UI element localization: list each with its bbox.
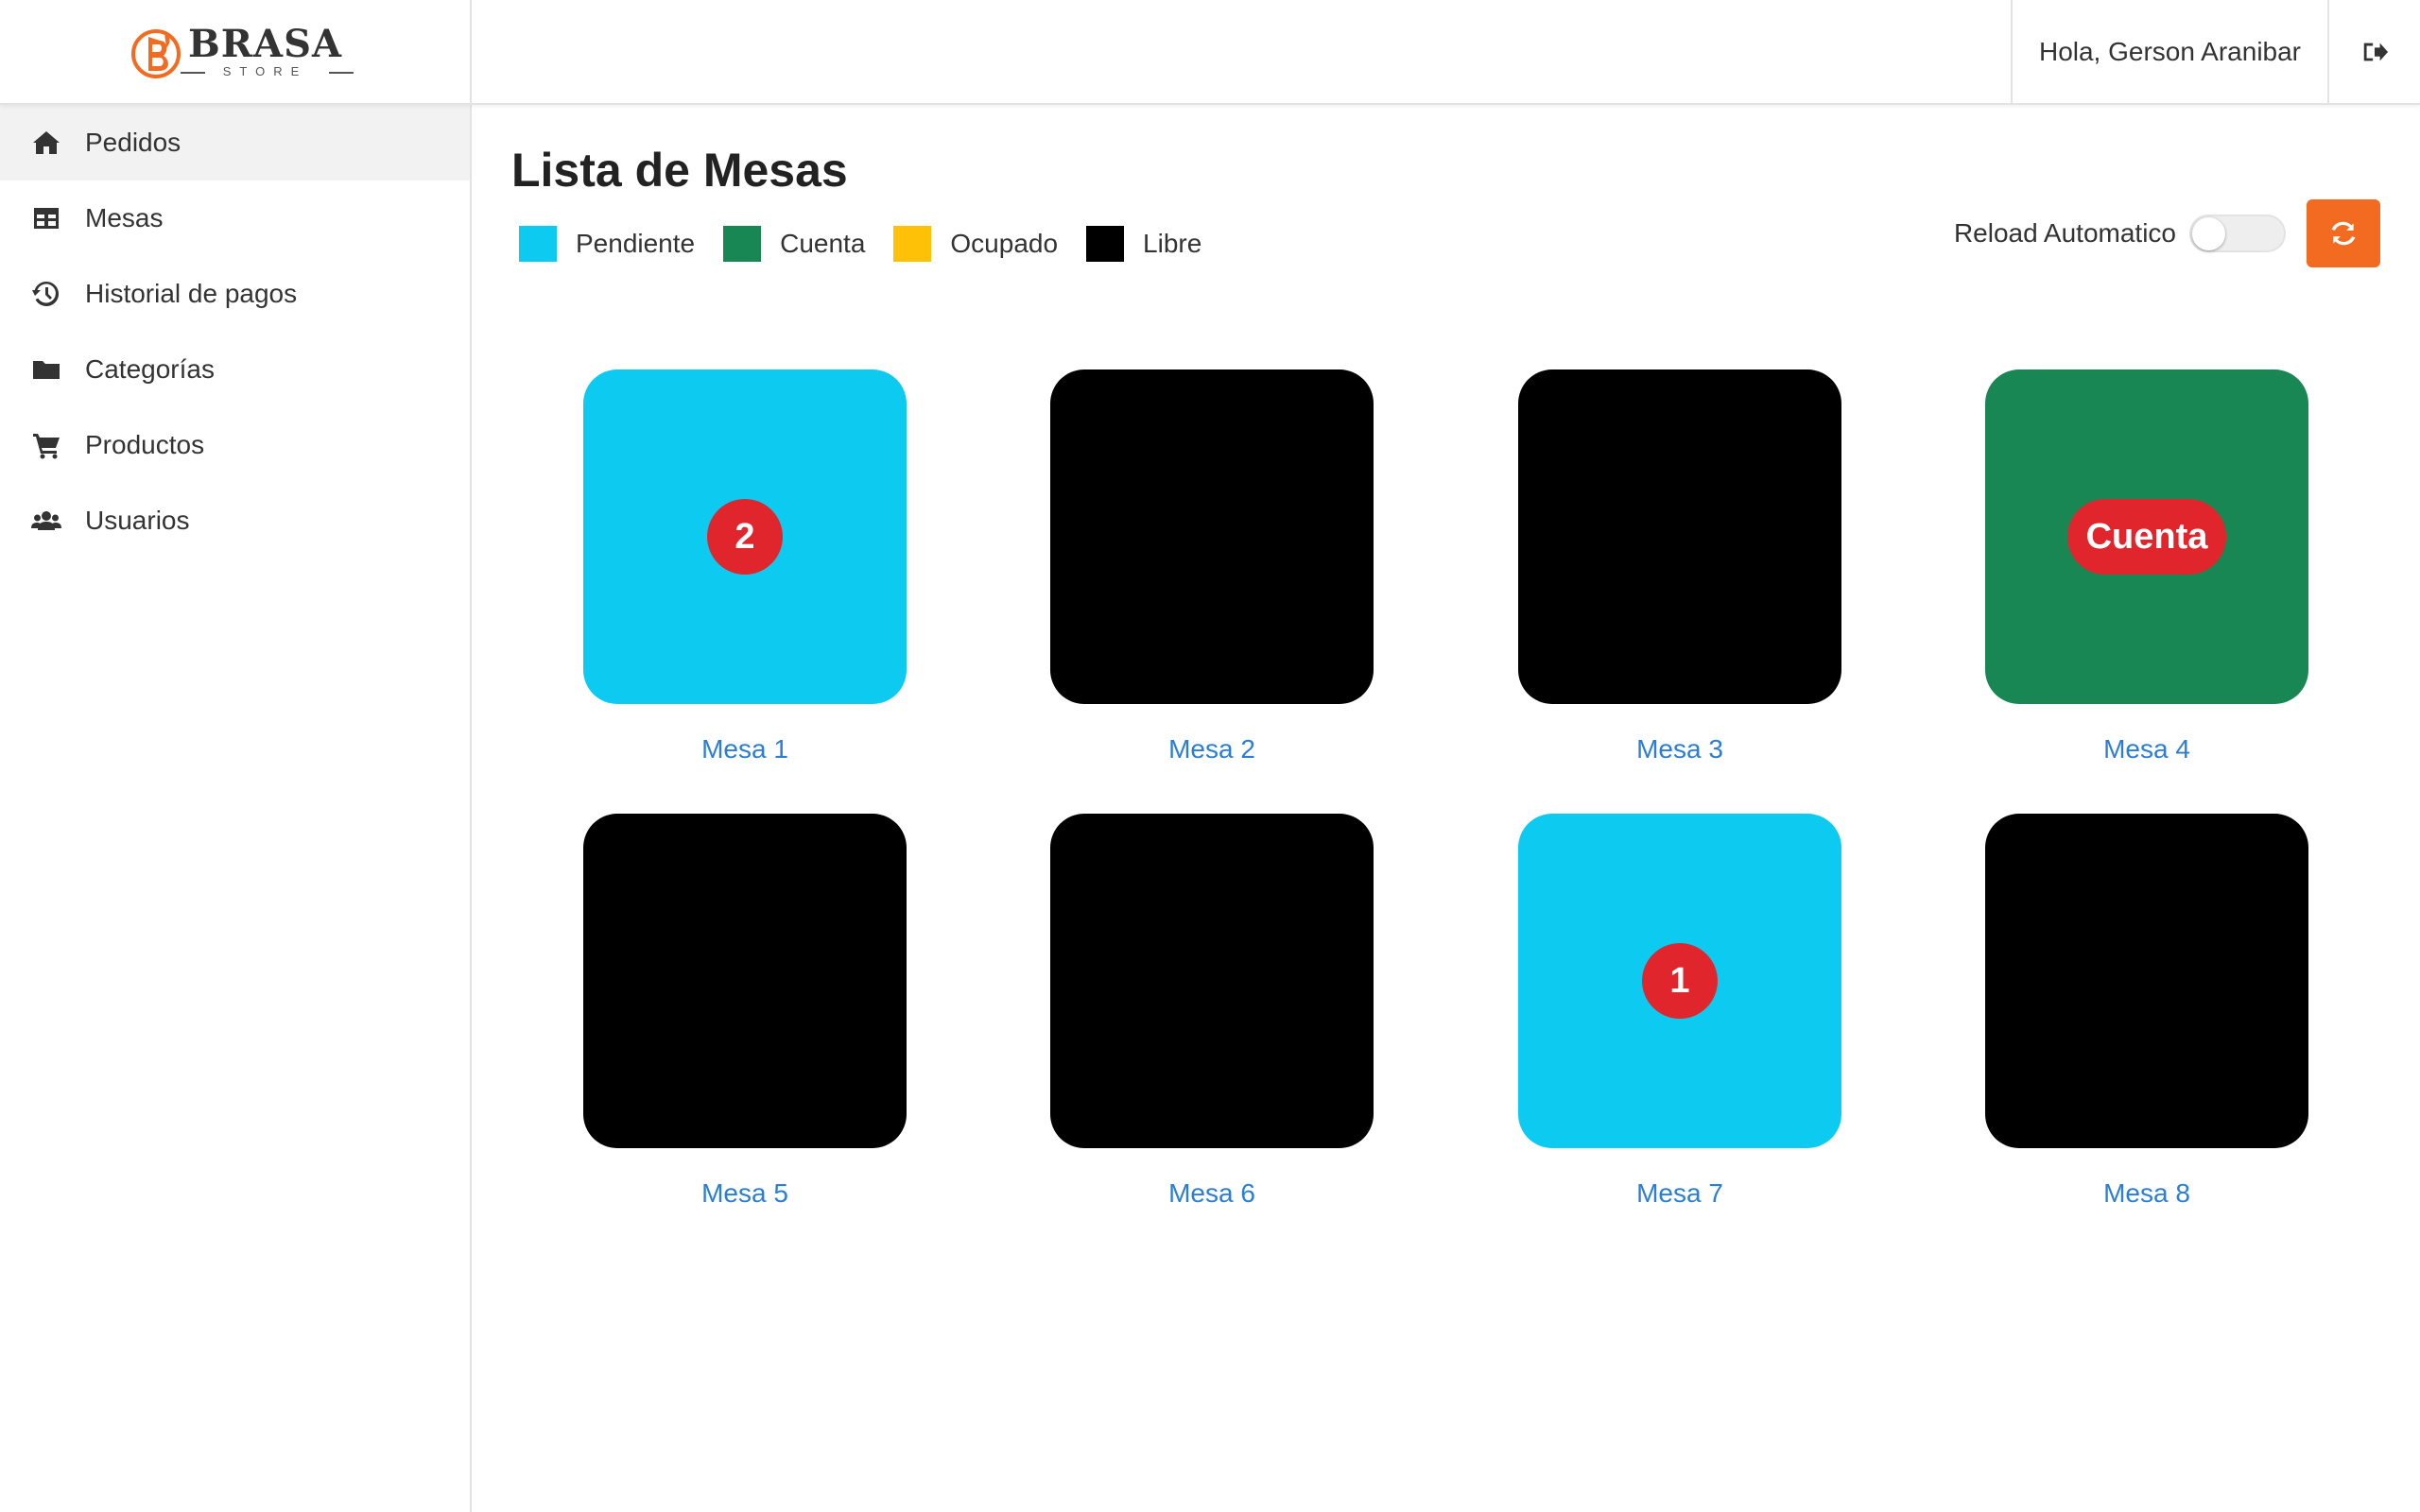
- reload-automatico-label: Reload Automatico: [1953, 218, 2176, 248]
- table-card-mesa-7: 1 Mesa 7: [1518, 814, 1841, 1209]
- sidebar-item-historial[interactable]: Historial de pagos: [0, 256, 470, 332]
- sidebar-item-label: Productos: [85, 430, 205, 459]
- reload-automatico-toggle[interactable]: [2189, 215, 2286, 252]
- sidebar-item-label: Categorías: [85, 354, 215, 384]
- legend-item-pendiente: Pendiente: [519, 226, 695, 262]
- legend-item-cuenta: Cuenta: [723, 226, 865, 262]
- table-tile[interactable]: [1050, 814, 1374, 1148]
- brand-name: BRASA: [187, 22, 342, 66]
- logo-area: BRASA STORE: [0, 0, 472, 103]
- table-tile[interactable]: 2: [583, 369, 907, 704]
- legend-swatch: [1086, 226, 1125, 262]
- toggle-knob: [2192, 217, 2225, 250]
- table-card-mesa-8: Mesa 8: [1985, 814, 2308, 1209]
- table-label[interactable]: Mesa 4: [2103, 734, 2190, 765]
- table-card-mesa-5: Mesa 5: [583, 814, 907, 1209]
- sidebar-item-productos[interactable]: Productos: [0, 407, 470, 483]
- legend-item-ocupado: Ocupado: [893, 226, 1058, 262]
- sidebar-item-label: Historial de pagos: [85, 279, 298, 308]
- sidebar-item-categorias[interactable]: Categorías: [0, 332, 470, 407]
- table-label[interactable]: Mesa 6: [1168, 1178, 1255, 1209]
- flame-logo-icon: [130, 28, 181, 78]
- sidebar: Pedidos Mesas Historial de pagos Categor…: [0, 105, 472, 1512]
- sidebar-item-pedidos[interactable]: Pedidos: [0, 105, 470, 180]
- table-label[interactable]: Mesa 1: [701, 734, 788, 765]
- order-count-badge: 1: [1642, 943, 1718, 1019]
- table-label[interactable]: Mesa 8: [2103, 1178, 2190, 1209]
- legend-swatch: [893, 226, 932, 262]
- home-icon: [30, 127, 62, 159]
- table-tile[interactable]: 1: [1518, 814, 1841, 1148]
- table-tile[interactable]: [583, 814, 907, 1148]
- refresh-button[interactable]: [2307, 199, 2380, 267]
- brand-subtitle: STORE: [180, 65, 354, 77]
- user-greeting[interactable]: Hola, Gerson Aranibar: [2011, 0, 2329, 103]
- page-title: Lista de Mesas: [511, 144, 848, 197]
- sidebar-item-label: Mesas: [85, 203, 164, 232]
- sidebar-item-label: Usuarios: [85, 506, 190, 535]
- sidebar-item-mesas[interactable]: Mesas: [0, 180, 470, 256]
- logout-icon: [2363, 43, 2389, 60]
- folder-icon: [30, 353, 62, 386]
- table-tile[interactable]: Cuenta: [1985, 369, 2308, 704]
- cart-icon: [30, 429, 62, 461]
- refresh-icon: [2331, 221, 2356, 246]
- table-label[interactable]: Mesa 5: [701, 1178, 788, 1209]
- table-icon: [30, 202, 62, 234]
- table-label[interactable]: Mesa 3: [1636, 734, 1723, 765]
- top-header: BRASA STORE Hola, Gerson Aranibar: [0, 0, 2420, 105]
- legend-item-libre: Libre: [1086, 226, 1201, 262]
- history-icon: [30, 278, 62, 310]
- table-card-mesa-2: Mesa 2: [1050, 369, 1374, 765]
- brand-logo[interactable]: BRASA STORE: [128, 22, 354, 80]
- table-tile[interactable]: [1050, 369, 1374, 704]
- table-tile[interactable]: [1985, 814, 2308, 1148]
- table-card-mesa-3: Mesa 3: [1518, 369, 1841, 765]
- legend-label: Libre: [1143, 229, 1202, 258]
- users-icon: [30, 505, 62, 537]
- legend-label: Ocupado: [950, 229, 1059, 258]
- legend-label: Cuenta: [780, 229, 866, 258]
- table-card-mesa-6: Mesa 6: [1050, 814, 1374, 1209]
- sidebar-item-usuarios[interactable]: Usuarios: [0, 483, 470, 558]
- legend-swatch: [519, 226, 557, 262]
- legend-label: Pendiente: [576, 229, 696, 258]
- table-label[interactable]: Mesa 2: [1168, 734, 1255, 765]
- user-greeting-text: Hola, Gerson Aranibar: [2038, 36, 2302, 66]
- reload-controls: Reload Automatico: [1954, 199, 2380, 267]
- table-card-mesa-1: 2 Mesa 1: [583, 369, 907, 765]
- status-legend: Pendiente Cuenta Ocupado Libre: [519, 215, 1230, 272]
- sidebar-item-label: Pedidos: [85, 128, 182, 157]
- table-tile[interactable]: [1518, 369, 1841, 704]
- logout-button[interactable]: [2329, 0, 2420, 103]
- table-card-mesa-4: Cuenta Mesa 4: [1985, 369, 2308, 765]
- table-label[interactable]: Mesa 7: [1636, 1178, 1723, 1209]
- order-count-badge: 2: [707, 499, 783, 575]
- main-content: Lista de Mesas Pendiente Cuenta Ocupado …: [474, 105, 2420, 1512]
- legend-swatch: [723, 226, 762, 262]
- cuenta-badge: Cuenta: [2066, 499, 2227, 575]
